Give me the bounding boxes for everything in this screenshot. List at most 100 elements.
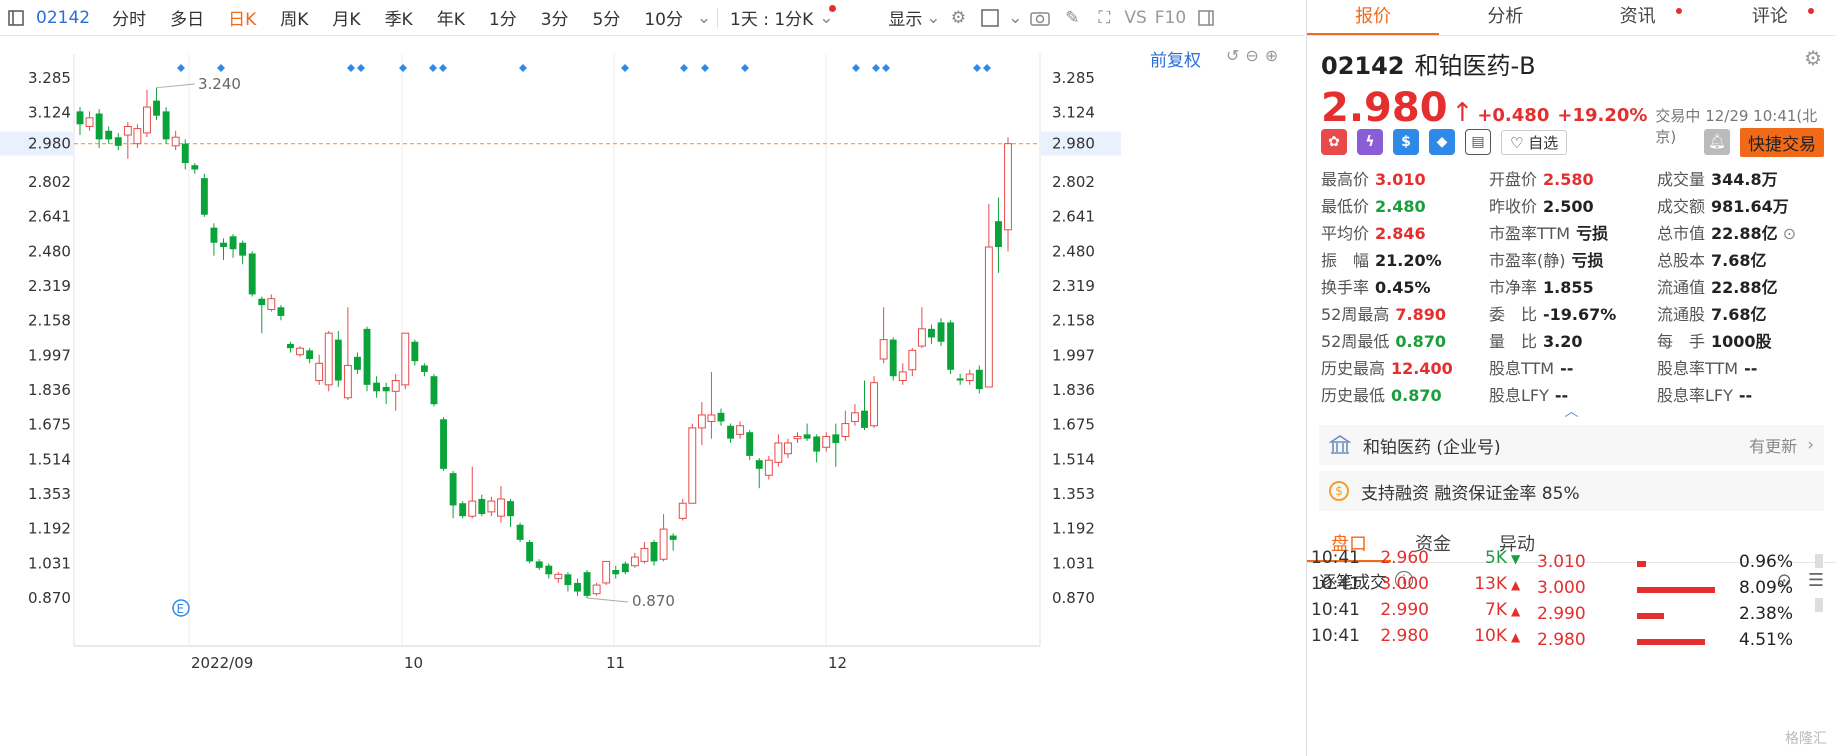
period-tab[interactable]: 3分 [529,5,581,30]
period-tab[interactable]: 5分 [581,5,633,30]
tick-price: 2.980 [1380,626,1429,646]
stock-code-link[interactable]: 02142 [32,8,100,28]
dist-percent: 8.09% [1738,578,1793,598]
more-icon[interactable]: ⊙ [1778,224,1796,243]
event-diamond-icon[interactable] [741,64,749,72]
candle-body-down [813,436,821,452]
event-diamond-icon[interactable] [217,64,225,72]
settings-icon[interactable]: ⚙ [944,4,972,32]
panel-toggle-icon[interactable] [2,4,30,32]
event-diamond-icon[interactable] [429,64,437,72]
candle-body-down [382,386,390,392]
candle-body-down [277,307,285,316]
event-diamond-icon[interactable] [621,64,629,72]
event-diamond-icon[interactable] [701,64,709,72]
quote-panel: 报价 分析 资讯 评论 02142 和铂医药-B ⚙ 2.980 ↑ +0.480… [1306,0,1836,756]
candle-body-down [956,378,964,381]
stat-value: 0.45% [1375,278,1431,297]
reset-icon[interactable]: ↺ [1226,46,1239,65]
tab-analysis[interactable]: 分析 [1439,0,1571,35]
tick-volume: 5K [1485,548,1507,568]
restore-right-button[interactable]: 前复权 [1150,46,1201,71]
stat-value: 3.010 [1375,170,1426,189]
chevron-down-icon[interactable]: ⌄ [926,4,940,32]
period-tab[interactable]: 分时 [100,5,158,30]
event-diamond-icon[interactable] [357,64,365,72]
candle-body-down [535,561,543,568]
company-account-row[interactable]: 和铂医药 (企业号) 有更新 › [1319,425,1824,465]
event-diamond-icon[interactable] [680,64,688,72]
candle-body-up [343,364,352,399]
kline-chart-area[interactable]: 3.285 3.285 3.124 3.124 2.980 2.980 2.802 2.802… [0,36,1305,756]
event-diamond-icon[interactable] [439,64,447,72]
stat-value: 7.68亿 [1711,305,1767,324]
display-menu[interactable]: 显示 [876,5,924,30]
stock-name: 和铂医药-B [1414,52,1536,80]
compare-button[interactable]: VS [1120,8,1150,28]
period-tab[interactable]: 月K [320,5,372,30]
event-diamond-icon[interactable] [347,64,355,72]
camera-icon[interactable] [1026,4,1054,32]
chevron-down-icon[interactable]: ⌄ [697,4,711,32]
event-diamond-icon[interactable] [983,64,991,72]
y-axis-tick-left: 1.192 [28,520,71,538]
fullscreen-icon[interactable]: ⛶ [1090,4,1118,32]
period-tab[interactable]: 1分 [477,5,529,30]
period-tab[interactable]: 10分 [632,5,695,30]
gear-icon[interactable]: ⚙ [1804,46,1822,70]
stat-value: 981.64万 [1711,197,1789,216]
y-axis-tick-left: 1.031 [28,554,71,572]
event-diamond-icon[interactable] [852,64,860,72]
candle-body-down [746,432,754,456]
period-tab[interactable]: 周K [268,5,320,30]
stat-value: 22.88亿 [1711,224,1778,243]
stats-grid: 最高价 3.010 开盘价 2.580 成交量 344.8万 最低价 2.480 昨收价 2.50… [1307,160,1836,407]
tick-price: 2.960 [1380,548,1429,568]
event-diamond-icon[interactable] [177,64,185,72]
square-icon[interactable] [976,4,1004,32]
candle-body-down [95,113,103,140]
tick-list[interactable]: 10:41 2.960 5K ▼ 10:41 3.000 13K ▲ 10:41 2.990 7K ▲… [1307,544,1836,756]
stat-value: 2.846 [1375,224,1426,243]
stat-value: 1.855 [1543,278,1594,297]
collapse-chevron-icon[interactable]: ︿ [1307,405,1836,419]
range-selector[interactable]: 1天 : 1分K [722,5,817,30]
company-account-label: 和铂医药 (企业号) [1363,437,1501,458]
x-axis-tick: 11 [606,654,625,672]
company-update-label: 有更新 [1749,437,1798,456]
scrollbar[interactable] [1815,552,1825,672]
f10-button[interactable]: F10 [1151,8,1190,28]
y-axis-tick-left: 0.870 [28,589,71,607]
margin-info-row[interactable]: $ 支持融资 融资保证金率 85% [1319,471,1824,511]
tab-news[interactable]: 资讯 [1572,0,1704,35]
stat-item: 振 幅 21.20% [1321,249,1489,272]
period-tab[interactable]: 日K [216,5,268,30]
tab-comments[interactable]: 评论 [1704,0,1836,35]
event-diamond-icon[interactable] [519,64,527,72]
event-diamond-icon[interactable] [399,64,407,72]
kline-chart[interactable]: 3.285 3.285 3.124 3.124 2.980 2.980 2.802 2.802… [0,36,1305,756]
event-diamond-icon[interactable] [882,64,890,72]
period-tab[interactable]: 多日 [158,5,216,30]
tab-quote[interactable]: 报价 [1307,0,1440,35]
event-diamond-icon[interactable] [973,64,981,72]
candle-body-down [889,339,897,377]
period-tab[interactable]: 季K [373,5,425,30]
period-tabs: 分时 多日 日K 周K 月K 季K 年K 1分 3分 5分 10分 [100,5,695,30]
event-diamond-icon[interactable] [872,64,880,72]
chevron-down-icon[interactable]: ⌄ [1008,4,1022,32]
dist-price: 2.990 [1537,604,1586,624]
zoom-out-icon[interactable]: ⊖ [1245,46,1258,65]
pencil-icon[interactable]: ✎ [1058,4,1086,32]
price-distribution-row: 3.010 0.96% [1507,552,1836,578]
sidebar-toggle-icon[interactable] [1192,4,1220,32]
y-axis-tick-right: 2.641 [1052,208,1095,226]
zoom-in-icon[interactable]: ⊕ [1265,46,1278,65]
candle-body-down [583,572,591,596]
candle-body-up [468,500,477,517]
period-tab[interactable]: 年K [425,5,477,30]
stat-item: 市盈率(静) 亏损 [1489,249,1657,272]
stat-label: 总股本 [1657,251,1706,270]
candle-body-down [114,137,122,146]
stat-item: 市盈率TTM 亏损 [1489,222,1657,245]
